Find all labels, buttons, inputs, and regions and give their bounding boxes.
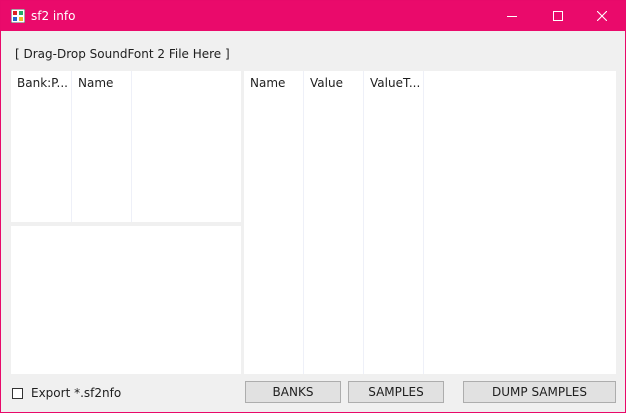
banks-listview[interactable]: Bank:P... Name (11, 71, 241, 222)
column-header-bank-preset[interactable]: Bank:P... (11, 71, 71, 95)
title-bar[interactable]: sf2 info (1, 1, 625, 31)
column-divider (303, 71, 304, 374)
column-divider (363, 71, 364, 374)
export-checkbox[interactable]: Export *.sf2nfo (12, 385, 121, 401)
close-icon (597, 11, 607, 21)
maximize-button[interactable] (535, 1, 581, 31)
dump-samples-button[interactable]: DUMP SAMPLES (463, 381, 616, 403)
column-divider (423, 71, 424, 374)
app-grid-icon (11, 9, 25, 23)
client-area: [ Drag-Drop SoundFont 2 File Here ] Bank… (1, 31, 625, 412)
export-checkbox-label[interactable]: Export *.sf2nfo (31, 386, 121, 400)
column-header-value-type[interactable]: ValueT... (364, 71, 423, 95)
properties-listview[interactable]: Name Value ValueT... (244, 71, 616, 374)
column-header-name[interactable]: Name (72, 71, 131, 95)
maximize-icon (553, 11, 563, 21)
minimize-icon (507, 16, 517, 17)
banks-list-header: Bank:P... Name (11, 71, 241, 95)
drop-zone-label[interactable]: [ Drag-Drop SoundFont 2 File Here ] (15, 47, 230, 61)
banks-button[interactable]: BANKS (245, 381, 341, 403)
column-header-name[interactable]: Name (244, 71, 303, 95)
column-header-value[interactable]: Value (304, 71, 363, 95)
properties-list-header: Name Value ValueT... (244, 71, 616, 95)
window-title: sf2 info (31, 9, 76, 23)
minimize-button[interactable] (489, 1, 535, 31)
samples-button[interactable]: SAMPLES (348, 381, 444, 403)
app-window: sf2 info [ Drag-Drop SoundFont 2 File He… (0, 0, 626, 413)
export-checkbox-box[interactable] (12, 387, 23, 399)
info-panel[interactable] (11, 226, 241, 374)
close-button[interactable] (579, 1, 625, 31)
